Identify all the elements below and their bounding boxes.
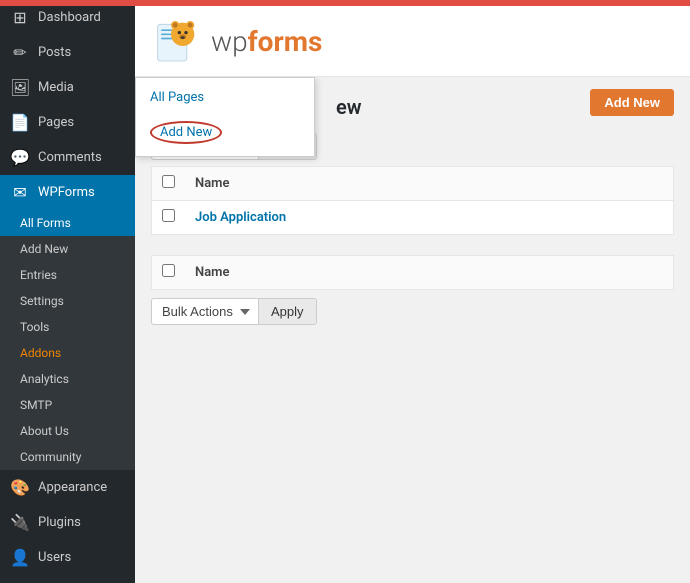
sidebar-item-posts[interactable]: ✏ Posts [0, 35, 135, 70]
sidebar-item-label: Dashboard [38, 10, 101, 25]
dashboard-icon: ⊞ [10, 8, 30, 27]
top-bar [0, 0, 690, 6]
all-forms-label: All Forms [20, 216, 71, 230]
dropdown-add-new[interactable]: Add New [136, 113, 314, 152]
sidebar-item-tools[interactable]: Tools [0, 314, 135, 340]
checkbox-col-header-2 [152, 256, 186, 290]
sidebar-item-addons[interactable]: Addons [0, 340, 135, 366]
row-checkbox[interactable] [162, 209, 175, 222]
pages-icon: 📄 [10, 113, 30, 132]
sidebar-item-media[interactable]: 🖼 Media [0, 70, 135, 105]
select-all-checkbox-top[interactable] [162, 175, 175, 188]
sidebar-item-label: WPForms [38, 185, 95, 200]
wpforms-bear-logo [151, 16, 201, 66]
sidebar: ⊞ Dashboard ✏ Posts 🖼 Media 📄 Pages 💬 Co… [0, 0, 135, 583]
sidebar-item-label: Media [38, 80, 74, 95]
table-divider [151, 243, 674, 255]
media-icon: 🖼 [10, 78, 30, 97]
sidebar-item-entries[interactable]: Entries [0, 262, 135, 288]
sidebar-item-wpforms[interactable]: ✉ WPForms [0, 175, 135, 210]
sidebar-item-label: Pages [38, 115, 74, 130]
forms-table-bottom: Name [151, 255, 674, 290]
users-icon: 👤 [10, 548, 30, 567]
sidebar-item-pages[interactable]: 📄 Pages [0, 105, 135, 140]
about-us-label: About Us [20, 424, 69, 438]
wpforms-submenu: All Forms Add New Entries Settings Tools… [0, 210, 135, 470]
sidebar-item-label: Posts [38, 45, 71, 60]
comments-icon: 💬 [10, 148, 30, 167]
name-col-header-2: Name [185, 256, 674, 290]
sidebar-item-users[interactable]: 👤 Users [0, 540, 135, 575]
page-title: ew [336, 95, 362, 119]
pages-dropdown: All Pages Add New [135, 77, 315, 157]
posts-icon: ✏ [10, 43, 30, 62]
smtp-label: SMTP [20, 398, 52, 412]
sidebar-item-smtp[interactable]: SMTP [0, 392, 135, 418]
addons-label: Addons [20, 346, 61, 360]
content-area: All Pages Add New ew Add New Bulk Action… [135, 77, 690, 583]
sidebar-item-comments[interactable]: 💬 Comments [0, 140, 135, 175]
users-label: Users [38, 550, 71, 565]
sidebar-item-settings[interactable]: Settings [0, 288, 135, 314]
forms-table-top: Name Job Application [151, 166, 674, 235]
sidebar-item-analytics[interactable]: Analytics [0, 366, 135, 392]
entries-label: Entries [20, 268, 57, 282]
table-row: Job Application [152, 201, 674, 235]
wpforms-header: wpforms [135, 6, 690, 77]
dropdown-all-pages[interactable]: All Pages [136, 82, 314, 113]
sidebar-item-appearance[interactable]: 🎨 Appearance [0, 470, 135, 505]
sidebar-item-tools-bottom[interactable]: 🔧 Tools [0, 575, 135, 583]
plugins-icon: 🔌 [10, 513, 30, 532]
name-col-header: Name [185, 167, 674, 201]
appearance-label: Appearance [38, 480, 107, 495]
bulk-actions-select-bottom[interactable]: Bulk Actions [151, 298, 258, 325]
wpforms-brand-text: wpforms [211, 25, 322, 58]
add-new-button[interactable]: Add New [590, 89, 674, 116]
row-name-cell: Job Application [185, 201, 674, 235]
main-content: wpforms All Pages Add New ew Add New Bul… [135, 0, 690, 583]
tools-label: Tools [20, 320, 49, 334]
forms-text: forms [248, 25, 323, 58]
add-new-circle-highlight: Add New [150, 121, 222, 144]
checkbox-col-header [152, 167, 186, 201]
sidebar-item-all-forms[interactable]: All Forms [0, 210, 135, 236]
wp-text: wp [211, 25, 248, 58]
appearance-icon: 🎨 [10, 478, 30, 497]
sidebar-item-community[interactable]: Community [0, 444, 135, 470]
plugins-label: Plugins [38, 515, 81, 530]
sidebar-item-plugins[interactable]: 🔌 Plugins [0, 505, 135, 540]
community-label: Community [20, 450, 81, 464]
sidebar-item-label: Comments [38, 150, 102, 165]
sidebar-item-add-new[interactable]: Add New [0, 236, 135, 262]
form-link-job-application[interactable]: Job Application [195, 210, 286, 225]
analytics-label: Analytics [20, 372, 69, 386]
bottom-table-controls: Bulk Actions Apply [151, 298, 674, 325]
settings-label: Settings [20, 294, 64, 308]
row-checkbox-cell [152, 201, 186, 235]
wpforms-icon: ✉ [10, 183, 30, 202]
select-all-checkbox-bottom[interactable] [162, 264, 175, 277]
apply-button-bottom[interactable]: Apply [258, 298, 317, 325]
sidebar-item-about-us[interactable]: About Us [0, 418, 135, 444]
add-new-label: Add New [20, 242, 68, 256]
